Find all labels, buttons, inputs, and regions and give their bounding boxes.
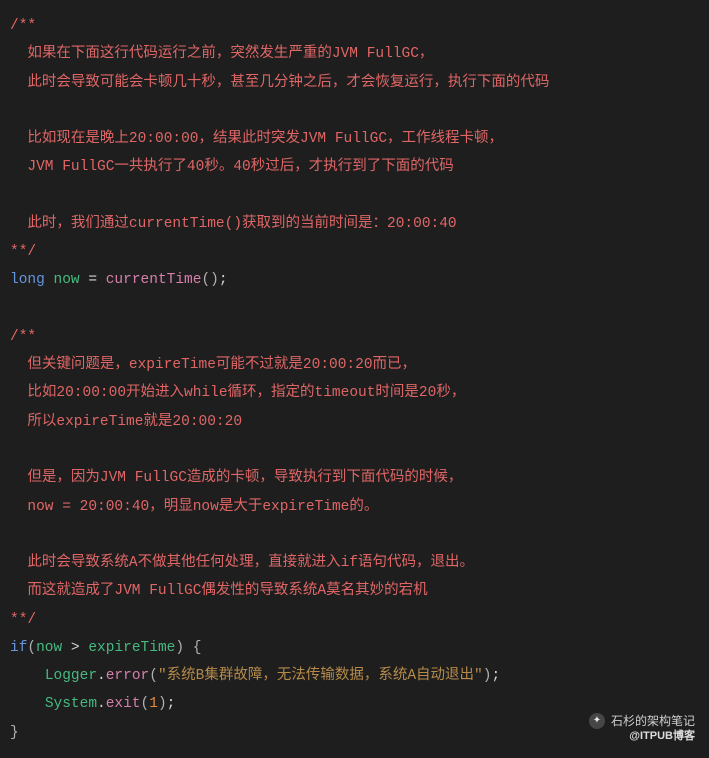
- class-System: System: [45, 696, 97, 712]
- keyword-long: long: [10, 272, 45, 288]
- lparen: (: [149, 668, 158, 684]
- comment-line: 但关键问题是，expireTime可能不过就是20:00:20而已，: [10, 357, 416, 373]
- semicolon: ;: [491, 668, 500, 684]
- indent: [10, 668, 45, 684]
- fn-currentTime: currentTime: [106, 272, 202, 288]
- comment-line: 如果在下面这行代码运行之前，突然发生严重的JVM FullGC，: [10, 46, 433, 62]
- dot: .: [97, 696, 106, 712]
- fn-error: error: [106, 668, 150, 684]
- semicolon: ;: [167, 696, 176, 712]
- class-Logger: Logger: [45, 668, 97, 684]
- comment-line: 比如20:00:00开始进入while循环，指定的timeout时间是20秒，: [10, 385, 465, 401]
- string-literal: "系统B集群故障，无法传输数据，系统A自动退出": [158, 668, 483, 684]
- lbrace: {: [184, 640, 201, 656]
- parens: (): [201, 272, 218, 288]
- comment-line: 而这就造成了JVM FullGC偶发性的导致系统A莫名其妙的宕机: [10, 583, 428, 599]
- comment-line: 此时会导致可能会卡顿几十秒，甚至几分钟之后，才会恢复运行，执行下面的代码: [10, 75, 549, 91]
- comment-line: **/: [10, 244, 36, 260]
- var-expireTime: expireTime: [88, 640, 175, 656]
- comment-line: JVM FullGC一共执行了40秒。40秒过后，才执行到了下面的代码: [10, 159, 454, 175]
- keyword-if: if: [10, 640, 27, 656]
- code-block: /** 如果在下面这行代码运行之前，突然发生严重的JVM FullGC， 此时会…: [10, 12, 699, 747]
- rbrace: }: [10, 725, 19, 741]
- comment-line: now = 20:00:40，明显now是大于expireTime的。: [10, 499, 378, 515]
- var-now: now: [54, 272, 80, 288]
- comment-line: 比如现在是晚上20:00:00，结果此时突发JVM FullGC，工作线程卡顿，: [10, 131, 503, 147]
- op-gt: >: [62, 640, 88, 656]
- comment-line: /**: [10, 329, 36, 345]
- comment-line: 所以expireTime就是20:00:20: [10, 414, 242, 430]
- dot: .: [97, 668, 106, 684]
- rparen: ): [158, 696, 167, 712]
- comment-line: 此时，我们通过currentTime()获取到的当前时间是：20:00:40: [10, 216, 457, 232]
- semicolon: ;: [219, 272, 228, 288]
- var-now-ref: now: [36, 640, 62, 656]
- indent: [10, 696, 45, 712]
- op-eq: =: [80, 272, 106, 288]
- comment-line: **/: [10, 612, 36, 628]
- comment-line: /**: [10, 18, 36, 34]
- comment-line: 但是，因为JVM FullGC造成的卡顿，导致执行到下面代码的时候，: [10, 470, 462, 486]
- lparen: (: [141, 696, 150, 712]
- lparen: (: [27, 640, 36, 656]
- number-1: 1: [149, 696, 158, 712]
- fn-exit: exit: [106, 696, 141, 712]
- comment-line: 此时会导致系统A不做其他任何处理，直接就进入if语句代码，退出。: [10, 555, 474, 571]
- rparen: ): [175, 640, 184, 656]
